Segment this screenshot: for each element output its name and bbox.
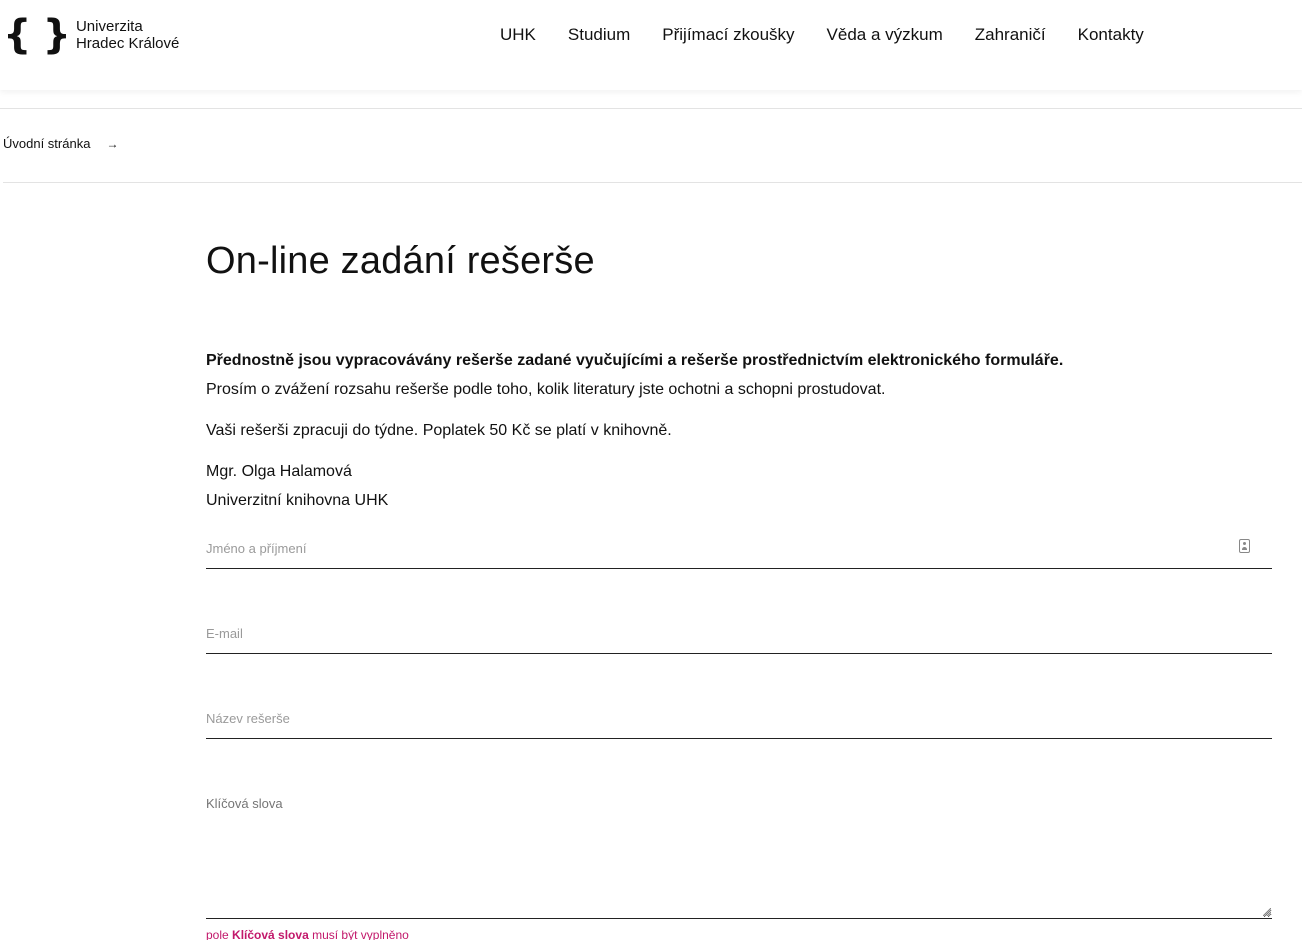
intro-scope-text: Prosím o zvážení rozsahu rešerše podle t… [206,381,886,398]
breadcrumb-arrow-icon: → [106,136,119,151]
logo-line-2: Hradec Králové [75,35,180,52]
error-suffix: musí být vyplněno [312,928,409,940]
breadcrumb: Úvodní stránka → [3,136,118,151]
title-field-wrapper [206,698,1272,739]
page-title: On-line zadání rešerše [206,240,595,282]
intro-bold-text: Přednostně jsou vypracovávány rešerše za… [206,352,1064,369]
breadcrumb-divider [3,182,1302,183]
keywords-textarea[interactable] [206,783,1272,918]
error-field-name: Klíčová slova [232,928,309,940]
contact-name: Mgr. Olga Halamová [206,463,352,480]
nav-item-studium[interactable]: Studium [552,22,646,48]
main-nav: UHK Studium Přijímací zkoušky Věda a výz… [484,22,1160,48]
nav-item-prijimaci-zkousky[interactable]: Přijímací zkoušky [646,22,810,48]
university-logo[interactable]: {} Univerzita Hradec Králové [3,14,179,56]
email-field-wrapper [206,613,1272,654]
intro-fee-text: Vaši rešerši zpracuji do týdne. Poplatek… [206,422,672,439]
search-title-input[interactable] [206,698,1272,738]
nav-item-kontakty[interactable]: Kontakty [1062,22,1160,48]
breadcrumb-home-link[interactable]: Úvodní stránka [3,136,90,151]
nav-item-zahranici[interactable]: Zahraničí [959,22,1062,48]
logo-text: Univerzita Hradec Králové [76,18,179,52]
nav-item-uhk[interactable]: UHK [484,22,552,48]
contact-org: Univerzitní knihovna UHK [206,492,389,509]
email-input[interactable] [206,613,1272,653]
main-content: On-line zadání rešerše Přednostně jsou v… [206,236,1272,515]
keywords-field-wrapper [206,783,1272,919]
logo-line-1: Univerzita [75,18,143,35]
search-request-form: pole Klíčová slova musí být vyplněno [206,528,1272,940]
name-field-wrapper [206,528,1272,569]
error-prefix: pole [206,928,229,940]
contact-card-icon[interactable] [1239,539,1250,553]
name-input[interactable] [206,528,1272,568]
nav-item-veda-a-vyzkum[interactable]: Věda a výzkum [811,22,959,48]
header-divider [0,108,1302,109]
resize-grip-icon[interactable] [1263,908,1271,916]
braces-logo-icon: {} [3,12,71,58]
keywords-error-message: pole Klíčová slova musí být vyplněno [206,928,1272,940]
site-header: {} Univerzita Hradec Králové UHK Studium… [0,0,1302,90]
intro-text: Přednostně jsou vypracovávány rešerše za… [206,346,1272,515]
